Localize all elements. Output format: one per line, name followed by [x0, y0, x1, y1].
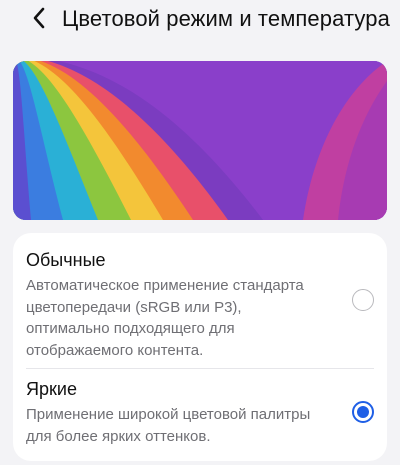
mode-option-natural[interactable]: Обычные Автоматическое применение станда… [13, 233, 387, 368]
radio-button-natural[interactable] [352, 289, 374, 311]
back-button[interactable] [24, 3, 54, 33]
mode-title: Яркие [26, 379, 77, 399]
mode-option-vivid[interactable]: Яркие Применение широкой цветовой палитр… [13, 369, 387, 461]
mode-title: Обычные [26, 250, 106, 270]
chevron-left-icon [33, 7, 45, 29]
page-title: Цветовой режим и температура [62, 6, 390, 31]
mode-description: Автоматическое применение стандарта цвет… [26, 277, 304, 359]
color-mode-card: Обычные Автоматическое применение станда… [13, 233, 387, 461]
mode-description: Применение широкой цветовой палитры для … [26, 406, 311, 445]
app-header: Цветовой режим и температура [0, 0, 400, 36]
color-preview-image [13, 61, 387, 220]
radio-button-vivid[interactable] [352, 401, 374, 423]
